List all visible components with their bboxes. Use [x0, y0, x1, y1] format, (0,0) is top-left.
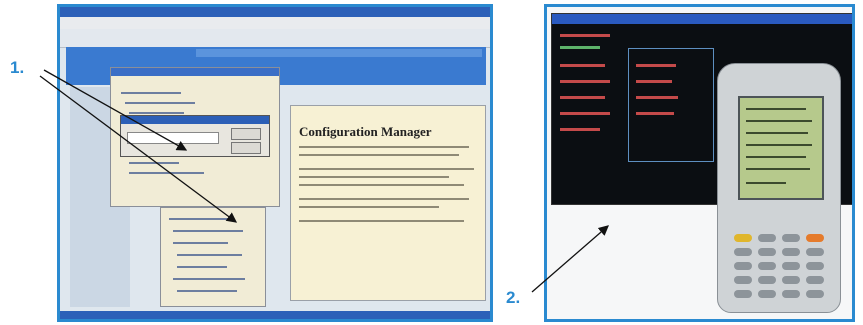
arrow-1-to-dialog: [43, 69, 188, 151]
arrow-2-to-terminal: [531, 225, 609, 293]
callout-arrows: [39, 69, 609, 293]
arrow-1-to-tree: [39, 75, 238, 223]
